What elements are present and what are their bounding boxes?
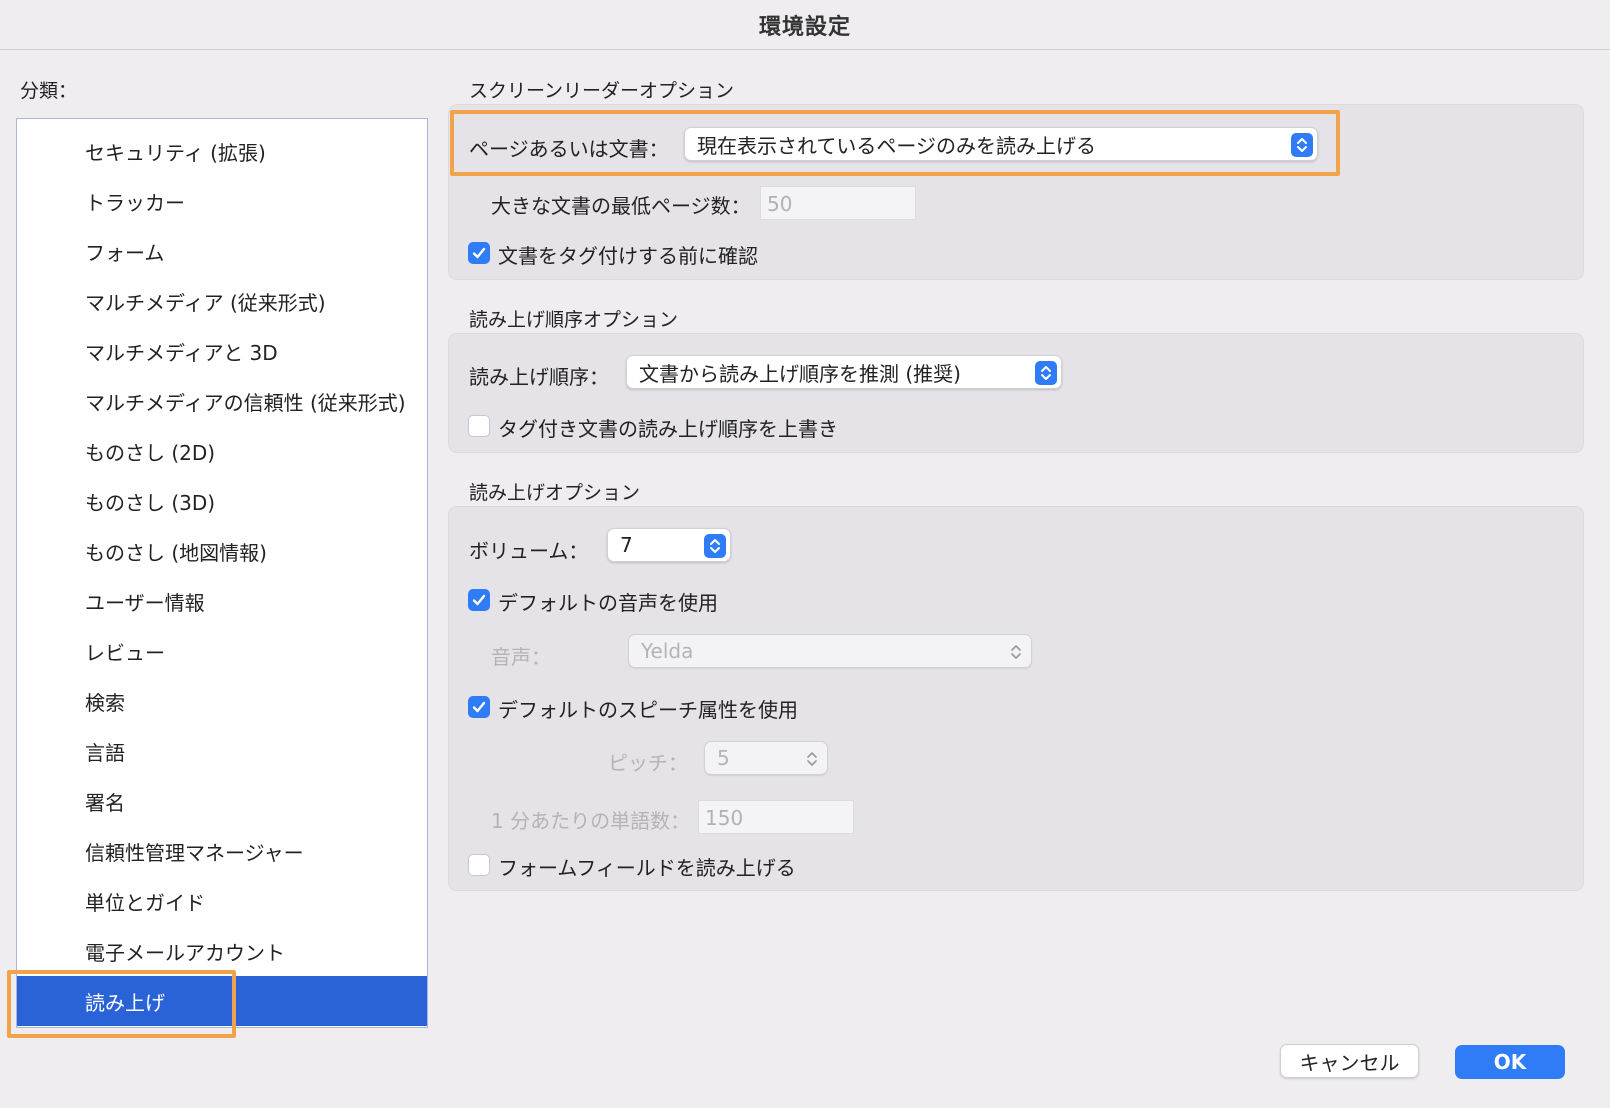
cancel-button[interactable]: キャンセル xyxy=(1280,1044,1419,1078)
checkmark-icon xyxy=(472,247,486,259)
chevron-updown-icon xyxy=(1035,361,1057,385)
sidebar-item-read-out-loud[interactable]: 読み上げ xyxy=(17,976,427,1026)
sidebar-item-trust-manager[interactable]: 信頼性管理マネージャー xyxy=(17,826,427,876)
sidebar-item-security-enhanced[interactable]: セキュリティ (拡張) xyxy=(17,126,427,176)
voice-select[interactable]: Yelda xyxy=(628,634,1032,668)
sidebar-item-measuring-geo[interactable]: ものさし (地図情報) xyxy=(17,526,427,576)
read-form-fields-checkbox[interactable] xyxy=(468,854,490,876)
min-pages-label: 大きな文書の最低ページ数： xyxy=(491,194,751,218)
override-reading-order-checkbox[interactable] xyxy=(468,415,490,437)
voice-label: 音声： xyxy=(491,645,551,669)
chevron-updown-icon xyxy=(1005,640,1027,664)
confirm-before-tagging-label: 文書をタグ付けする前に確認 xyxy=(498,244,758,268)
chevron-updown-icon xyxy=(801,747,823,771)
screen-reader-section-title: スクリーンリーダーオプション xyxy=(469,80,735,102)
voice-value: Yelda xyxy=(641,639,694,663)
sidebar-item-multimedia-3d[interactable]: マルチメディアと 3D xyxy=(17,326,427,376)
use-default-voice-label: デフォルトの音声を使用 xyxy=(498,591,718,615)
page-or-document-select[interactable]: 現在表示されているページのみを読み上げる xyxy=(684,127,1318,161)
words-per-minute-field[interactable]: 150 xyxy=(698,800,854,834)
volume-select[interactable]: 7 xyxy=(607,528,731,562)
sidebar-item-multimedia-legacy[interactable]: マルチメディア (従来形式) xyxy=(17,276,427,326)
window-title: 環境設定 xyxy=(758,14,851,40)
page-or-document-label: ページあるいは文書： xyxy=(469,137,669,161)
reading-order-value: 文書から読み上げ順序を推測 (推奨) xyxy=(639,361,961,386)
checkmark-icon xyxy=(472,701,486,713)
sidebar-item-signatures[interactable]: 署名 xyxy=(17,776,427,826)
sidebar-item-forms[interactable]: フォーム xyxy=(17,226,427,276)
sidebar-item-units-guides[interactable]: 単位とガイド xyxy=(17,876,427,926)
confirm-before-tagging-checkbox[interactable] xyxy=(468,242,490,264)
reading-order-select[interactable]: 文書から読み上げ順序を推測 (推奨) xyxy=(626,355,1062,389)
read-out-section-title: 読み上げオプション xyxy=(469,482,641,504)
category-label: 分類： xyxy=(20,80,78,102)
volume-value: 7 xyxy=(620,533,633,557)
sidebar-item-identity[interactable]: ユーザー情報 xyxy=(17,576,427,626)
sidebar-item-measuring-3d[interactable]: ものさし (3D) xyxy=(17,476,427,526)
use-default-speech-checkbox[interactable] xyxy=(468,696,490,718)
pitch-select[interactable]: 5 xyxy=(704,741,828,775)
chevron-updown-icon xyxy=(1291,133,1313,157)
use-default-speech-label: デフォルトのスピーチ属性を使用 xyxy=(498,698,798,722)
ok-button[interactable]: OK xyxy=(1455,1045,1565,1079)
category-list[interactable]: セキュリティ (拡張) トラッカー フォーム マルチメディア (従来形式) マル… xyxy=(16,118,428,1028)
volume-label: ボリューム： xyxy=(469,539,589,563)
sidebar-item-tracker[interactable]: トラッカー xyxy=(17,176,427,226)
words-per-minute-label: 1 分あたりの単語数： xyxy=(491,809,691,833)
reading-order-label: 読み上げ順序： xyxy=(469,365,609,389)
sidebar-item-search[interactable]: 検索 xyxy=(17,676,427,726)
window-titlebar: 環境設定 xyxy=(0,0,1610,50)
sidebar-item-email-accounts[interactable]: 電子メールアカウント xyxy=(17,926,427,976)
override-reading-order-label: タグ付き文書の読み上げ順序を上書き xyxy=(498,417,838,441)
pitch-label: ピッチ： xyxy=(608,751,688,775)
page-or-document-value: 現在表示されているページのみを読み上げる xyxy=(697,133,1096,158)
use-default-voice-checkbox[interactable] xyxy=(468,589,490,611)
sidebar-item-multimedia-trust[interactable]: マルチメディアの信頼性 (従来形式) xyxy=(17,376,427,426)
sidebar-item-review[interactable]: レビュー xyxy=(17,626,427,676)
read-form-fields-label: フォームフィールドを読み上げる xyxy=(498,856,796,880)
pitch-value: 5 xyxy=(717,746,730,770)
sidebar-item-measuring-2d[interactable]: ものさし (2D) xyxy=(17,426,427,476)
sidebar-item-language[interactable]: 言語 xyxy=(17,726,427,776)
reading-order-section-title: 読み上げ順序オプション xyxy=(469,309,679,331)
chevron-updown-icon xyxy=(704,534,726,558)
min-pages-field[interactable]: 50 xyxy=(760,186,916,220)
checkmark-icon xyxy=(472,594,486,606)
